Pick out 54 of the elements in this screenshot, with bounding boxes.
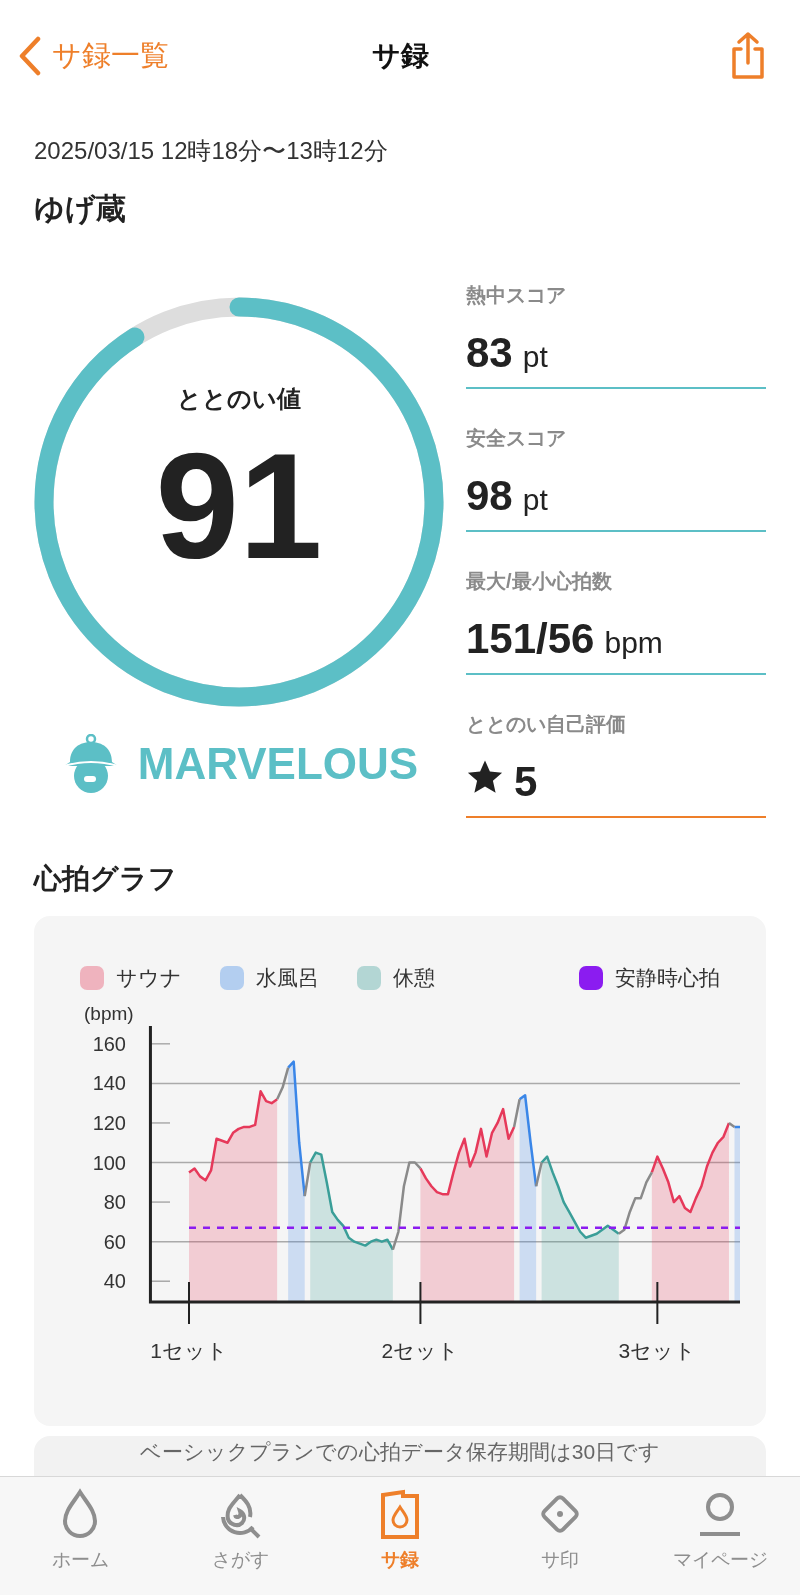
score-label: 最大/最小心拍数 xyxy=(466,569,613,594)
legend-swatch xyxy=(357,966,381,990)
x-tick-label: 3セット xyxy=(618,1339,697,1362)
y-tick-label: 100 xyxy=(92,1151,126,1174)
y-tick-label: 40 xyxy=(103,1270,126,1293)
axis-unit: (bpm) xyxy=(84,1003,134,1024)
legend-label: サウナ xyxy=(116,965,182,991)
notice-text: ベーシックプランでの心拍データ保存期間は30日です xyxy=(138,1439,662,1465)
y-tick-label: 160 xyxy=(92,1032,126,1055)
score-unit: pt xyxy=(522,483,548,517)
tab-item[interactable]: サ録 xyxy=(320,1487,480,1595)
score-value: 151/56 xyxy=(466,615,595,663)
legend-label: 休憩 xyxy=(393,965,435,991)
tab-item[interactable]: さがす xyxy=(160,1487,320,1595)
tab-item[interactable]: マイページ xyxy=(640,1487,800,1595)
score-value: 98 xyxy=(466,472,513,520)
legend-swatch xyxy=(579,966,603,990)
legend-label: 安静時心拍 xyxy=(615,965,720,991)
legend-label: 水風呂 xyxy=(256,965,319,991)
session-datetime: 2025/03/15 12時18分〜13時12分 xyxy=(34,136,389,166)
x-tick-label: 1セット xyxy=(150,1339,228,1362)
score-unit: bpm xyxy=(604,626,663,660)
score-label: 安全スコア xyxy=(466,426,567,451)
score-unit: pt xyxy=(522,340,548,374)
y-tick-label: 120 xyxy=(92,1111,126,1134)
tick-mark xyxy=(149,1043,171,1045)
rating-field[interactable]: ととのい自己評価 5 xyxy=(466,675,766,818)
score-value: 5 xyxy=(514,758,538,806)
x-tick-label: 2セット xyxy=(381,1339,460,1362)
score-label: 熱中スコア xyxy=(466,283,567,308)
gauge-label: ととのい値 xyxy=(177,384,301,414)
tick-mark xyxy=(419,1281,422,1325)
section-title: 心拍グラフ xyxy=(32,862,178,896)
facility-name: ゆげ蔵 xyxy=(34,191,127,227)
tab-item[interactable]: ホーム xyxy=(0,1487,160,1595)
gauge-value: 91 xyxy=(155,431,323,581)
back-link[interactable]: サ録一覧 xyxy=(18,36,169,76)
tick-mark xyxy=(149,1280,171,1282)
y-tick-label: 140 xyxy=(92,1072,126,1095)
tick-mark xyxy=(188,1281,190,1325)
tick-mark xyxy=(149,1122,171,1124)
tick-mark xyxy=(656,1281,659,1325)
tab-item[interactable]: サ印 xyxy=(480,1487,640,1595)
chevron-left-icon xyxy=(18,36,42,76)
tick-mark xyxy=(149,1201,171,1203)
legend-swatch xyxy=(220,966,244,990)
rank-label: MARVELOUS xyxy=(137,739,419,789)
score-label: ととのい自己評価 xyxy=(466,712,627,737)
y-tick-label: 60 xyxy=(103,1230,126,1253)
score-value: 83 xyxy=(466,329,513,377)
y-tick-label: 80 xyxy=(103,1191,126,1214)
page-title: サ録 xyxy=(371,39,429,73)
star-icon xyxy=(466,758,504,796)
legend-swatch xyxy=(80,966,104,990)
